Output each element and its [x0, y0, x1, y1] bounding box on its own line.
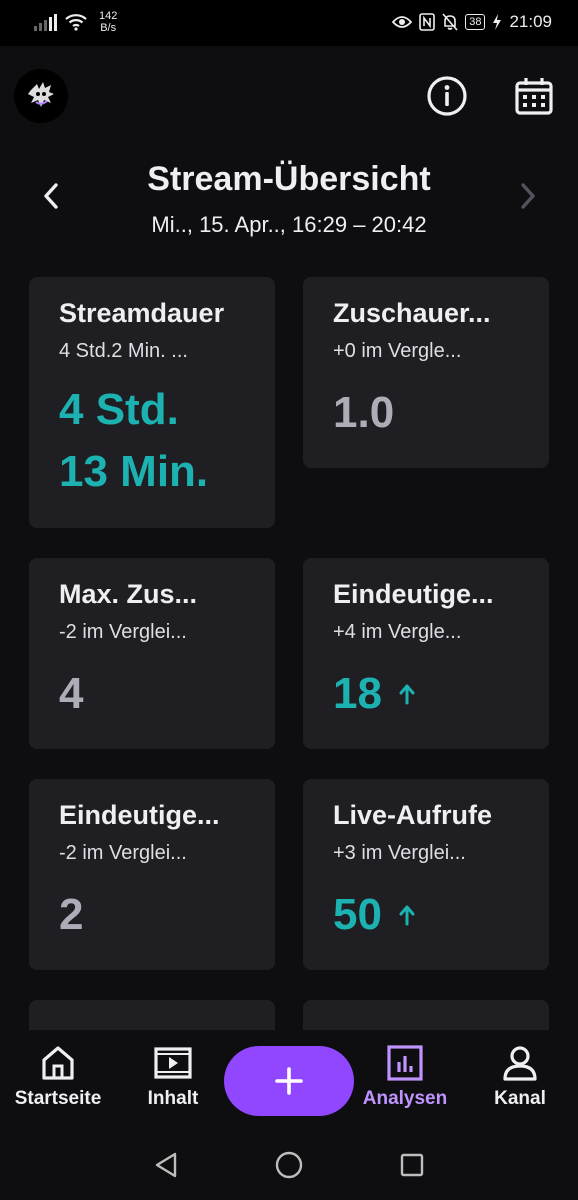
- create-button[interactable]: [224, 1046, 354, 1116]
- nav-label: Startseite: [14, 1088, 102, 1109]
- stat-card-unique-viewers[interactable]: Eindeutige... +4 im Vergle... 18: [303, 558, 549, 749]
- card-value-text: 4: [59, 669, 84, 718]
- status-right: 38 21:09: [392, 12, 552, 32]
- card-comparison: -2 im Verglei...: [59, 621, 187, 643]
- stream-date-range: Mi.., 15. Apr.., 16:29 – 20:42: [151, 212, 427, 237]
- stat-card-stream-duration[interactable]: Streamdauer 4 Std.2 Min. ... 4 Std. 13 M…: [29, 277, 275, 528]
- mute-bell-icon: [442, 13, 458, 31]
- nav-home[interactable]: Startseite: [8, 1044, 108, 1110]
- status-bar: 142 B/s 38 21:09: [0, 0, 578, 46]
- system-recents-button[interactable]: [397, 1150, 427, 1180]
- card-title: Live-Aufrufe: [333, 800, 493, 830]
- home-icon: [42, 1046, 74, 1080]
- card-value-text: 1.0: [333, 388, 395, 437]
- network-speed: 142 B/s: [99, 10, 117, 34]
- calendar-button[interactable]: [512, 74, 556, 118]
- screen: 142 B/s 38 21:09 Stream-Übersicht Mi.., …: [0, 0, 578, 1200]
- clock: 21:09: [509, 12, 552, 31]
- eye-icon: [392, 16, 413, 28]
- analytics-icon: [387, 1045, 423, 1081]
- system-back-button[interactable]: [151, 1150, 181, 1180]
- card-title: Eindeutige...: [59, 800, 220, 830]
- system-navigation-bar: [0, 1130, 578, 1200]
- card-comparison: 4 Std.2 Min. ...: [59, 340, 188, 362]
- arrow-up-icon: [398, 683, 416, 705]
- nfc-icon: [419, 13, 436, 31]
- charging-icon: [493, 14, 502, 30]
- page-title: Stream-Übersicht: [147, 160, 431, 198]
- user-icon: [503, 1046, 537, 1081]
- stat-card-viewers[interactable]: Zuschauer... +0 im Vergle... 1.0: [303, 277, 549, 468]
- nav-label: Inhalt: [147, 1088, 199, 1109]
- card-title: Zuschauer...: [333, 298, 491, 328]
- network-speed-unit: B/s: [100, 22, 117, 34]
- arrow-up-icon: [398, 904, 416, 926]
- card-value-text: 50: [333, 890, 382, 939]
- stat-card-live-views[interactable]: Live-Aufrufe +3 im Verglei... 50: [303, 779, 549, 970]
- card-title: Streamdauer: [59, 298, 225, 328]
- nav-content[interactable]: Inhalt: [130, 1044, 216, 1110]
- avatar-image: [22, 77, 60, 115]
- card-title: Eindeutige...: [333, 579, 494, 609]
- card-title: Max. Zus...: [59, 579, 198, 609]
- card-comparison: +4 im Vergle...: [333, 621, 462, 643]
- card-comparison: -2 im Verglei...: [59, 842, 187, 864]
- stat-card-max-viewers[interactable]: Max. Zus... -2 im Verglei... 4: [29, 558, 275, 749]
- card-value-line: 13 Min.: [59, 447, 209, 496]
- recents-square-icon: [400, 1153, 424, 1177]
- signal-icon: [34, 13, 57, 31]
- next-stream-button[interactable]: [511, 176, 545, 216]
- info-icon: [427, 76, 467, 116]
- back-triangle-icon: [155, 1152, 177, 1178]
- avatar[interactable]: [14, 69, 68, 123]
- card-comparison: +0 im Vergle...: [333, 340, 462, 362]
- system-home-button[interactable]: [274, 1150, 304, 1180]
- video-icon: [154, 1047, 192, 1079]
- card-value-text: 2: [59, 890, 84, 939]
- card-value: 2: [59, 885, 275, 945]
- wifi-icon: [65, 14, 87, 31]
- status-left: 142 B/s: [34, 10, 117, 34]
- info-button[interactable]: [425, 74, 469, 118]
- plus-icon: [275, 1067, 303, 1095]
- card-value-line: 4 Std.: [59, 385, 179, 434]
- card-comparison: +3 im Verglei...: [333, 842, 466, 864]
- chevron-right-icon: [521, 183, 535, 209]
- stat-card-unique-chatters[interactable]: Eindeutige... -2 im Verglei... 2: [29, 779, 275, 970]
- network-speed-value: 142: [99, 10, 118, 22]
- card-value: 4 Std. 13 Min.: [59, 379, 275, 503]
- card-value: 1.0: [333, 383, 549, 443]
- card-value: 4: [59, 664, 275, 724]
- nav-label: Analysen: [362, 1088, 448, 1109]
- nav-analytics[interactable]: Analysen: [356, 1044, 454, 1110]
- home-circle-icon: [275, 1151, 303, 1179]
- card-value: 50: [333, 885, 549, 945]
- card-value-text: 18: [333, 669, 382, 718]
- card-value: 18: [333, 664, 549, 724]
- calendar-icon: [515, 78, 553, 115]
- nav-label: Kanal: [494, 1088, 546, 1109]
- nav-channel[interactable]: Kanal: [478, 1044, 562, 1110]
- battery-indicator: 38: [465, 14, 486, 30]
